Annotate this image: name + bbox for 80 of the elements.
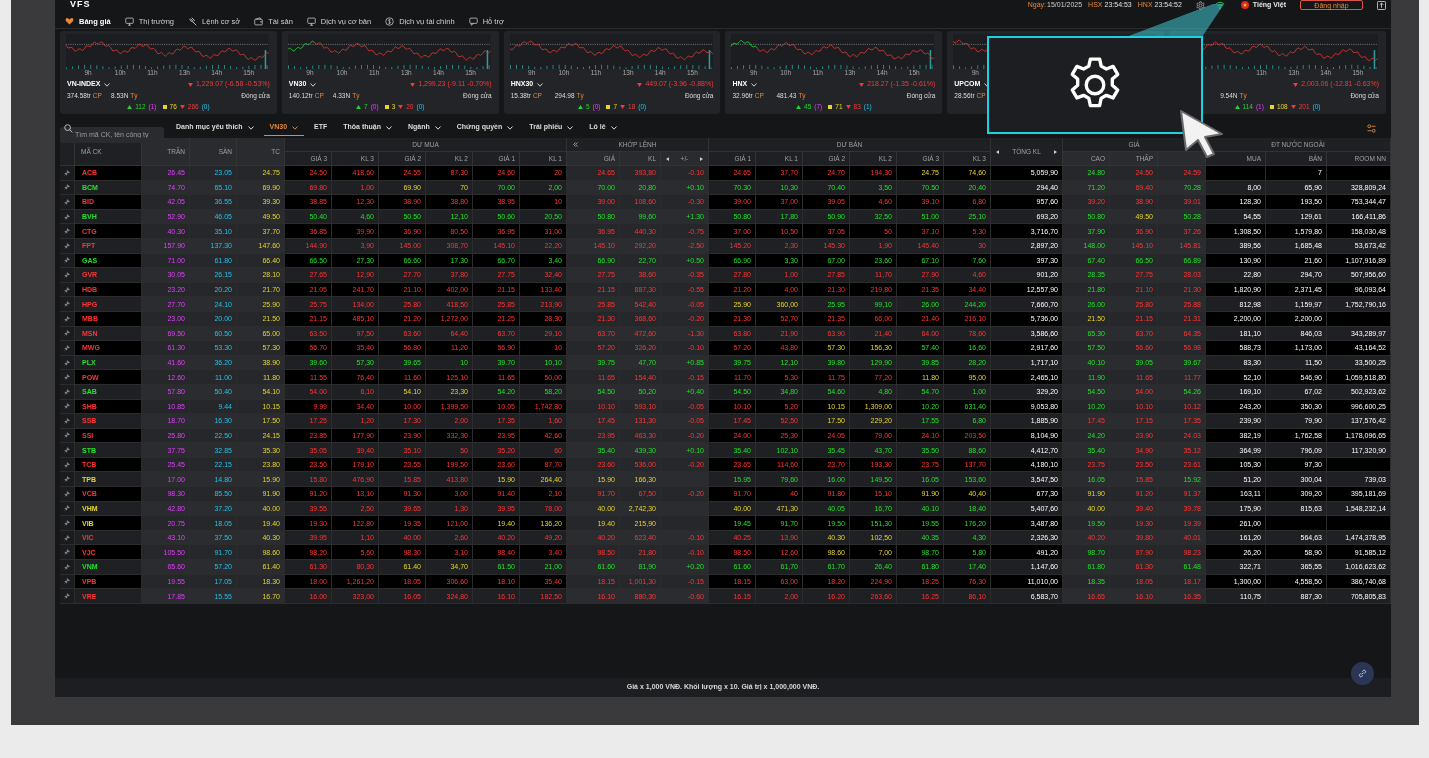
pin-icon xyxy=(64,199,70,205)
pin-icon xyxy=(64,374,70,381)
up-triangle-icon xyxy=(577,104,583,109)
pin-icon xyxy=(64,242,70,249)
pin-icon xyxy=(64,432,70,439)
pin-icon xyxy=(64,476,70,483)
chat-icon xyxy=(468,17,478,26)
caret-down-icon xyxy=(537,82,544,87)
pin-icon xyxy=(64,520,70,527)
pin-icon xyxy=(64,271,70,278)
sliders-icon[interactable] xyxy=(1367,123,1376,133)
pin-icon xyxy=(64,447,70,454)
pin-button[interactable] xyxy=(60,268,75,282)
pin-icon xyxy=(64,549,70,556)
pin-button[interactable] xyxy=(60,516,75,530)
pin-button[interactable] xyxy=(60,560,75,574)
pointer-cursor-icon xyxy=(1178,108,1226,160)
pin-button[interactable] xyxy=(60,472,75,487)
login-icon[interactable] xyxy=(1377,0,1386,10)
wifi-icon xyxy=(1214,0,1225,10)
pin-icon xyxy=(64,286,70,293)
down-triangle-icon xyxy=(398,104,404,109)
heart-icon xyxy=(65,17,74,26)
pin-icon xyxy=(64,563,70,570)
pin-button[interactable] xyxy=(60,414,75,428)
caret-left-icon[interactable] xyxy=(996,149,999,154)
pin-button[interactable] xyxy=(60,545,75,560)
pin-icon xyxy=(64,315,70,322)
pin-icon xyxy=(64,578,70,585)
pin-button[interactable] xyxy=(60,195,75,209)
pin-button[interactable] xyxy=(60,370,75,384)
pin-icon xyxy=(64,257,70,264)
caret-down-icon xyxy=(751,82,758,87)
pin-button[interactable] xyxy=(60,589,75,603)
caret-left-icon[interactable] xyxy=(666,156,669,161)
pin-icon xyxy=(64,593,70,599)
pin-icon xyxy=(64,169,70,176)
caret-down-icon xyxy=(104,82,111,87)
flag-icon xyxy=(1240,1,1249,9)
pin-icon xyxy=(64,388,70,395)
down-triangle-icon xyxy=(1290,104,1296,109)
settings-icon[interactable] xyxy=(1195,0,1205,10)
pin-icon xyxy=(64,461,70,468)
pin-icon xyxy=(64,505,70,512)
pin-button[interactable] xyxy=(60,487,75,501)
up-triangle-icon xyxy=(127,104,133,109)
pin-icon xyxy=(64,417,70,424)
pin-button[interactable] xyxy=(60,341,75,355)
gavel-icon xyxy=(188,17,198,26)
pin-icon xyxy=(64,344,70,351)
pin-icon xyxy=(64,534,70,541)
pin-icon xyxy=(64,403,70,410)
caret-right-icon[interactable] xyxy=(700,156,703,161)
double-chevron-left-icon[interactable] xyxy=(573,142,578,147)
pin-icon xyxy=(64,213,70,220)
up-triangle-icon xyxy=(796,104,802,109)
caret-down-icon xyxy=(310,82,317,87)
dollar-coin-icon xyxy=(385,17,395,26)
pin-button[interactable] xyxy=(60,443,75,457)
pin-icon xyxy=(64,184,70,191)
down-triangle-icon xyxy=(845,104,851,109)
up-triangle-icon xyxy=(1234,104,1240,109)
monitor-icon xyxy=(306,17,316,26)
monitor-icon xyxy=(124,17,134,26)
pin-icon xyxy=(64,228,70,235)
up-triangle-icon xyxy=(356,104,362,109)
down-triangle-icon xyxy=(179,104,185,109)
pin-icon xyxy=(64,330,70,337)
pin-icon xyxy=(64,359,70,366)
pin-icon xyxy=(64,301,70,308)
pin-icon xyxy=(64,490,70,497)
link-icon xyxy=(1358,669,1367,678)
down-triangle-icon xyxy=(620,104,626,109)
search-icon xyxy=(64,123,73,133)
pin-button[interactable] xyxy=(60,224,75,238)
caret-right-icon[interactable] xyxy=(1054,149,1057,154)
pin-button[interactable] xyxy=(60,166,75,180)
wallet-icon xyxy=(254,17,264,26)
app-logo: VFS xyxy=(70,0,92,9)
pin-button[interactable] xyxy=(60,297,75,311)
